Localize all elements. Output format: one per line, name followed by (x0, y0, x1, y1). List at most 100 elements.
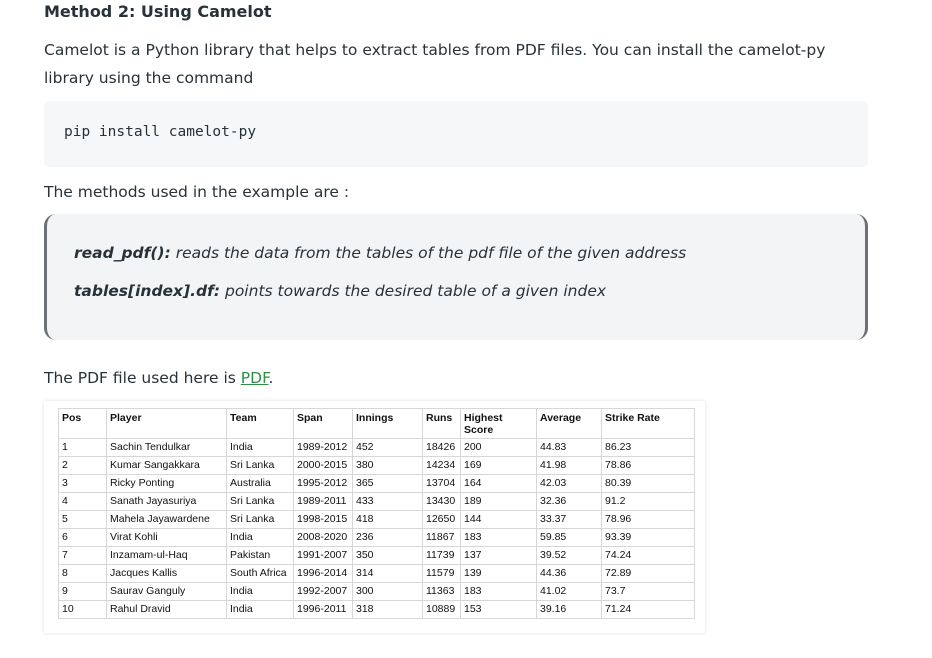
cell-span: 1998-2015 (293, 510, 353, 529)
method-description: points towards the desired table of a gi… (220, 282, 607, 300)
table-row: 5 Mahela Jayawardene Sri Lanka 1998-2015 418… (58, 510, 695, 529)
table-row: 2 Kumar Sangakkara Sri Lanka 2000-2015 380 14… (58, 456, 695, 475)
cell-average: 41.98 (536, 456, 602, 475)
cell-player: Sanath Jayasuriya (106, 492, 227, 511)
cell-innings: 365 (352, 474, 423, 493)
cell-highest-score: 139 (460, 564, 537, 583)
col-header-team: Team (226, 408, 294, 439)
cell-average: 59.85 (536, 528, 602, 547)
cell-pos: 4 (58, 492, 107, 511)
cell-span: 1989-2012 (293, 438, 353, 457)
cell-runs: 11867 (422, 528, 461, 547)
cell-strike-rate: 73.7 (601, 582, 695, 601)
table-row: 3 Ricky Ponting Australia 1995-2012 365 13704… (58, 474, 695, 493)
cell-innings: 300 (352, 582, 423, 601)
cell-runs: 13430 (422, 492, 461, 511)
method-item: tables[index].df: points towards the des… (74, 282, 606, 300)
table-row: 8 Jacques Kallis South Africa 1996-2014 314 1… (58, 564, 695, 583)
col-header-highest-score: Highest Score (460, 408, 537, 439)
cell-average: 39.52 (536, 546, 602, 565)
cell-highest-score: 183 (460, 582, 537, 601)
cell-highest-score: 164 (460, 474, 537, 493)
pdf-prefix: The PDF file used here is (44, 369, 241, 387)
cell-player: Saurav Ganguly (106, 582, 227, 601)
cell-player: Kumar Sangakkara (106, 456, 227, 475)
cell-span: 2000-2015 (293, 456, 353, 475)
cell-innings: 314 (352, 564, 423, 583)
cell-innings: 418 (352, 510, 423, 529)
cell-innings: 452 (352, 438, 423, 457)
cell-span: 1996-2014 (293, 564, 353, 583)
cell-strike-rate: 78.86 (601, 456, 695, 475)
cell-highest-score: 153 (460, 600, 537, 619)
cell-innings: 433 (352, 492, 423, 511)
col-header-strike-rate: Strike Rate (601, 408, 695, 439)
methods-blockquote: read_pdf(): reads the data from the tabl… (44, 214, 868, 340)
cell-innings: 350 (352, 546, 423, 565)
method-name: tables[index].df: (74, 282, 221, 300)
col-header-innings: Innings (352, 408, 423, 439)
cell-average: 33.37 (536, 510, 602, 529)
cell-runs: 12650 (422, 510, 461, 529)
cell-pos: 2 (58, 456, 107, 475)
cell-player: Virat Kohli (106, 528, 227, 547)
cell-pos: 9 (58, 582, 107, 601)
method-item: read_pdf(): reads the data from the tabl… (74, 244, 686, 262)
col-header-span: Span (293, 408, 353, 439)
cell-runs: 18426 (422, 438, 461, 457)
table-row: 9 Saurav Ganguly India 1992-2007 300 11363 183… (58, 582, 695, 601)
cell-average: 32.36 (536, 492, 602, 511)
cell-highest-score: 144 (460, 510, 537, 529)
cell-average: 44.36 (536, 564, 602, 583)
code-text[interactable]: pip install camelot-py (64, 124, 256, 140)
table-row: 10 Rahul Dravid India 1996-2011 318 10889 153 3… (58, 600, 695, 619)
cell-span: 2008-2020 (293, 528, 353, 547)
cell-innings: 236 (352, 528, 423, 547)
pdf-suffix: . (268, 369, 274, 387)
cell-average: 44.83 (536, 438, 602, 457)
cell-highest-score: 189 (460, 492, 537, 511)
cell-strike-rate: 74.24 (601, 546, 695, 565)
cell-strike-rate: 80.39 (601, 474, 695, 493)
cell-pos: 1 (58, 438, 107, 457)
col-header-pos: Pos (58, 408, 107, 439)
table-row: 4 Sanath Jayasuriya Sri Lanka 1989-2011 433 1… (58, 492, 695, 511)
cell-span: 1989-2011 (293, 492, 353, 511)
table-body: 1 Sachin Tendulkar India 1989-2012 452 18426 2… (58, 438, 695, 619)
methods-intro: The methods used in the example are : (44, 183, 350, 201)
cell-innings: 318 (352, 600, 423, 619)
cell-strike-rate: 93.39 (601, 528, 695, 547)
cell-team: India (226, 528, 294, 547)
cell-team: Pakistan (226, 546, 294, 565)
table-row: 1 Sachin Tendulkar India 1989-2012 452 18426 2… (58, 438, 695, 457)
pdf-link[interactable]: PDF (241, 369, 269, 387)
cell-strike-rate: 86.23 (601, 438, 695, 457)
cell-span: 1995-2012 (293, 474, 353, 493)
cell-strike-rate: 78.96 (601, 510, 695, 529)
cell-player: Inzamam-ul-Haq (106, 546, 227, 565)
cell-average: 39.16 (536, 600, 602, 619)
cell-pos: 8 (58, 564, 107, 583)
cell-runs: 11579 (422, 564, 461, 583)
cricket-stats-table: Pos Player Team Span Innings Runs Highes… (58, 408, 695, 619)
cell-pos: 6 (58, 528, 107, 547)
cell-average: 41.02 (536, 582, 602, 601)
cell-strike-rate: 91.2 (601, 492, 695, 511)
col-header-runs: Runs (422, 408, 461, 439)
cell-span: 1992-2007 (293, 582, 353, 601)
cell-player: Ricky Ponting (106, 474, 227, 493)
cell-team: Sri Lanka (226, 456, 294, 475)
cell-highest-score: 200 (460, 438, 537, 457)
cell-player: Rahul Dravid (106, 600, 227, 619)
cell-highest-score: 137 (460, 546, 537, 565)
method-description: reads the data from the tables of the pd… (170, 244, 687, 262)
code-block[interactable]: pip install camelot-py (44, 101, 868, 167)
cell-team: Australia (226, 474, 294, 493)
cell-player: Jacques Kallis (106, 564, 227, 583)
table-row: 6 Virat Kohli India 2008-2020 236 11867 183 59.… (58, 528, 695, 547)
pdf-reference: The PDF file used here is PDF. (44, 364, 874, 392)
cell-highest-score: 183 (460, 528, 537, 547)
cell-span: 1996-2011 (293, 600, 353, 619)
cell-runs: 13704 (422, 474, 461, 493)
cell-runs: 11363 (422, 582, 461, 601)
